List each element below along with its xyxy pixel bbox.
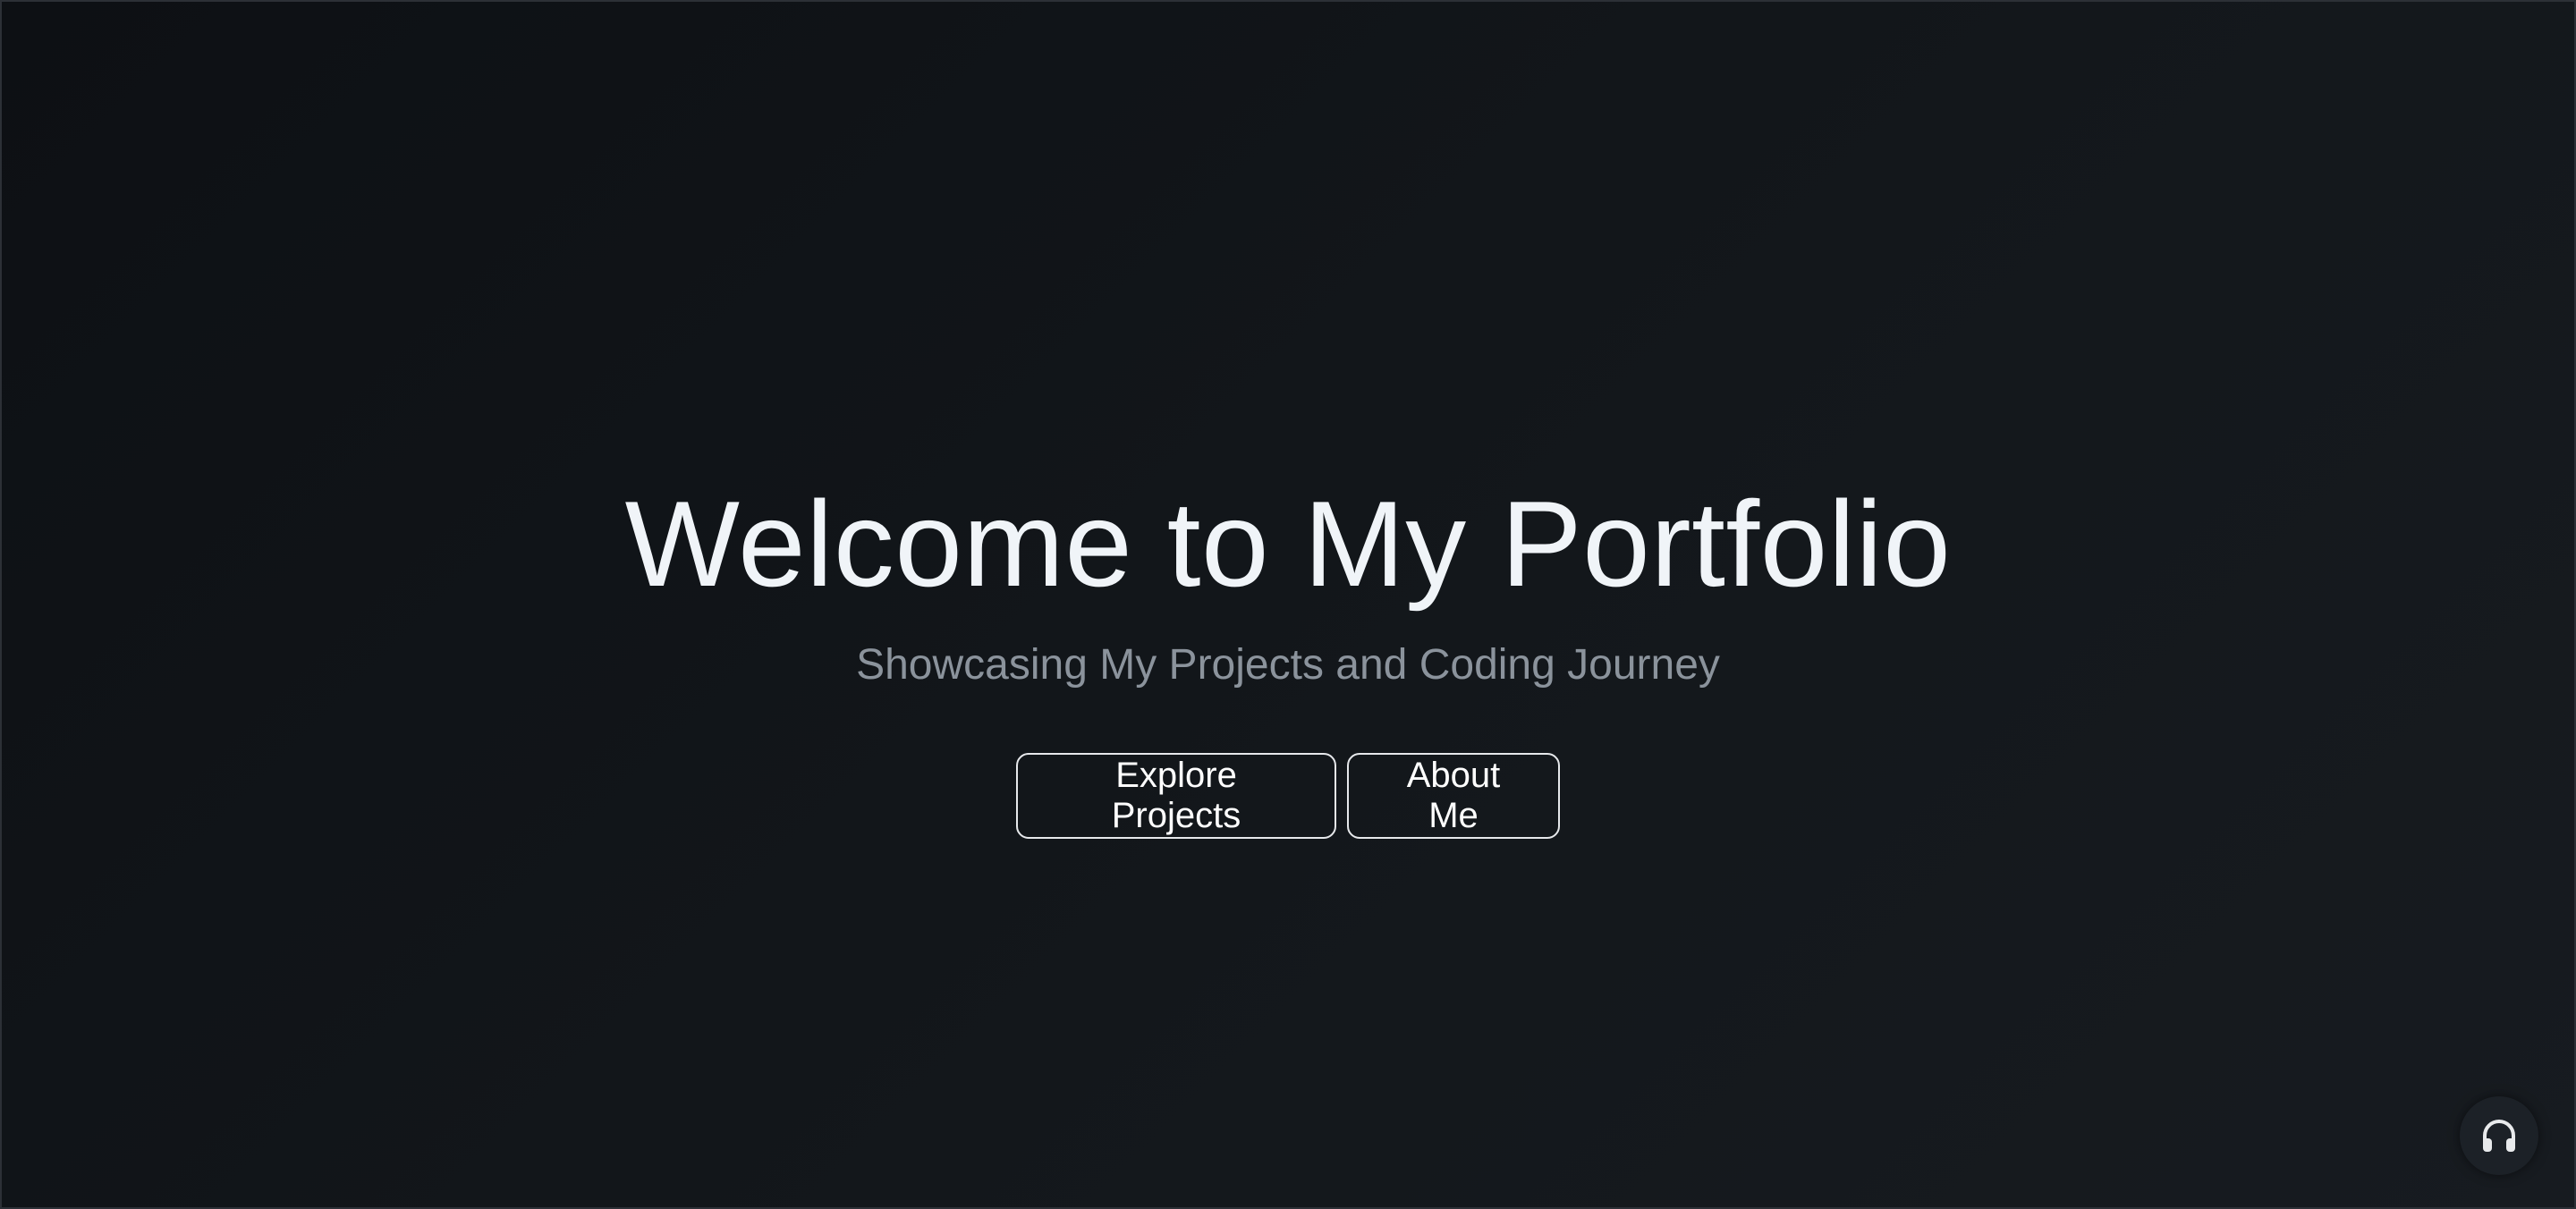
cta-buttons: Explore Projects About Me	[1016, 753, 1560, 839]
headphones-icon	[2483, 1120, 2515, 1152]
hero-section: Welcome to My Portfolio Showcasing My Pr…	[2, 467, 2574, 839]
explore-projects-button[interactable]: Explore Projects	[1016, 753, 1336, 839]
hero-title: Welcome to My Portfolio	[624, 476, 1952, 612]
audio-toggle-button[interactable]	[2460, 1096, 2538, 1175]
about-me-button[interactable]: About Me	[1347, 753, 1560, 839]
portfolio-page: Welcome to My Portfolio Showcasing My Pr…	[0, 0, 2576, 1209]
hero-subtitle: Showcasing My Projects and Coding Journe…	[856, 641, 1720, 689]
